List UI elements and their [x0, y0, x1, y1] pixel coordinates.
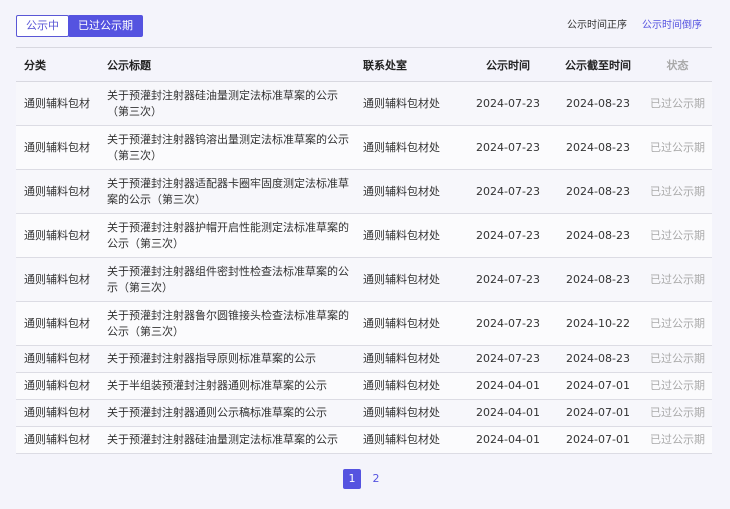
table-row[interactable]: 通则辅料包材 关于预灌封注射器硅油量测定法标准草案的公示 通则辅料包材处 2024-0… [16, 426, 712, 454]
header-office: 联系处室 [363, 47, 463, 82]
page-button-2[interactable]: 2 [367, 469, 385, 489]
cell-category: 通则辅料包材 [16, 257, 102, 302]
cell-category: 通则辅料包材 [16, 169, 102, 214]
cell-deadline: 2024-08-23 [553, 345, 643, 373]
cell-title-link[interactable]: 关于预灌封注射器鲁尔圆锥接头检查法标准草案的公示（第三次） [102, 301, 363, 346]
cell-title-link[interactable]: 关于预灌封注射器组件密封性检查法标准草案的公示（第三次） [102, 257, 363, 302]
cell-category: 通则辅料包材 [16, 213, 102, 258]
table-row[interactable]: 通则辅料包材 关于预灌封注射器通则公示稿标准草案的公示 通则辅料包材处 2024-04… [16, 399, 712, 427]
table-row[interactable]: 通则辅料包材 关于预灌封注射器适配器卡圈牢固度测定法标准草案的公示（第三次） 通则辅… [16, 169, 712, 214]
cell-office: 通则辅料包材处 [363, 169, 463, 214]
cell-status: 已过公示期 [643, 301, 712, 346]
cell-office: 通则辅料包材处 [363, 125, 463, 170]
table-row[interactable]: 通则辅料包材 关于预灌封注射器钨溶出量测定法标准草案的公示（第三次） 通则辅料包材处… [16, 125, 712, 170]
cell-title-link[interactable]: 关于预灌封注射器硅油量测定法标准草案的公示（第三次） [102, 81, 363, 126]
table-row[interactable]: 通则辅料包材 关于预灌封注射器硅油量测定法标准草案的公示（第三次） 通则辅料包材处 2… [16, 81, 712, 126]
cell-deadline: 2024-10-22 [553, 301, 643, 346]
cell-deadline: 2024-07-01 [553, 372, 643, 400]
table-row[interactable]: 通则辅料包材 关于半组装预灌封注射器通则标准草案的公示 通则辅料包材处 2024-04… [16, 372, 712, 400]
cell-category: 通则辅料包材 [16, 372, 102, 400]
header-deadline: 公示截至时间 [553, 47, 643, 82]
cell-time: 2024-07-23 [463, 81, 553, 126]
cell-office: 通则辅料包材处 [363, 345, 463, 373]
table-row[interactable]: 通则辅料包材 关于预灌封注射器护帽开启性能测定法标准草案的公示（第三次） 通则辅料包… [16, 213, 712, 258]
cell-title-link[interactable]: 关于半组装预灌封注射器通则标准草案的公示 [102, 372, 363, 400]
cell-time: 2024-07-23 [463, 213, 553, 258]
cell-status: 已过公示期 [643, 345, 712, 373]
cell-deadline: 2024-08-23 [553, 125, 643, 170]
cell-category: 通则辅料包材 [16, 399, 102, 427]
cell-office: 通则辅料包材处 [363, 257, 463, 302]
cell-status: 已过公示期 [643, 399, 712, 427]
cell-status: 已过公示期 [643, 372, 712, 400]
cell-time: 2024-07-23 [463, 257, 553, 302]
cell-office: 通则辅料包材处 [363, 81, 463, 126]
cell-deadline: 2024-08-23 [553, 213, 643, 258]
sort-descending-link[interactable]: 公示时间倒序 [642, 15, 702, 37]
cell-category: 通则辅料包材 [16, 301, 102, 346]
cell-deadline: 2024-07-01 [553, 399, 643, 427]
sort-ascending-link[interactable]: 公示时间正序 [567, 15, 627, 37]
cell-deadline: 2024-07-01 [553, 426, 643, 454]
cell-status: 已过公示期 [643, 257, 712, 302]
announcement-table: 分类 公示标题 联系处室 公示时间 公示截至时间 状态 通则辅料包材 关于预灌封注… [16, 47, 712, 454]
cell-office: 通则辅料包材处 [363, 213, 463, 258]
cell-category: 通则辅料包材 [16, 125, 102, 170]
cell-category: 通则辅料包材 [16, 345, 102, 373]
cell-title-link[interactable]: 关于预灌封注射器适配器卡圈牢固度测定法标准草案的公示（第三次） [102, 169, 363, 214]
cell-status: 已过公示期 [643, 213, 712, 258]
cell-title-link[interactable]: 关于预灌封注射器护帽开启性能测定法标准草案的公示（第三次） [102, 213, 363, 258]
cell-time: 2024-07-23 [463, 169, 553, 214]
cell-office: 通则辅料包材处 [363, 372, 463, 400]
cell-time: 2024-07-23 [463, 125, 553, 170]
cell-status: 已过公示期 [643, 169, 712, 214]
cell-deadline: 2024-08-23 [553, 257, 643, 302]
cell-time: 2024-07-23 [463, 345, 553, 373]
cell-office: 通则辅料包材处 [363, 301, 463, 346]
toolbar: 公示中 已过公示期 公示时间正序 公示时间倒序 [16, 15, 712, 37]
header-title: 公示标题 [102, 47, 363, 82]
table-header-row: 分类 公示标题 联系处室 公示时间 公示截至时间 状态 [16, 47, 712, 82]
cell-status: 已过公示期 [643, 81, 712, 126]
header-status: 状态 [643, 47, 712, 82]
header-time: 公示时间 [463, 47, 553, 82]
page-button-1[interactable]: 1 [343, 469, 361, 489]
tab-past-announcements[interactable]: 已过公示期 [68, 15, 143, 37]
cell-category: 通则辅料包材 [16, 426, 102, 454]
cell-title-link[interactable]: 关于预灌封注射器通则公示稿标准草案的公示 [102, 399, 363, 427]
table-row[interactable]: 通则辅料包材 关于预灌封注射器组件密封性检查法标准草案的公示（第三次） 通则辅料包材… [16, 257, 712, 302]
header-category: 分类 [16, 47, 102, 82]
table-row[interactable]: 通则辅料包材 关于预灌封注射器鲁尔圆锥接头检查法标准草案的公示（第三次） 通则辅料包… [16, 301, 712, 346]
cell-time: 2024-04-01 [463, 426, 553, 454]
table-row[interactable]: 通则辅料包材 关于预灌封注射器指导原则标准草案的公示 通则辅料包材处 2024-07-… [16, 345, 712, 373]
cell-status: 已过公示期 [643, 125, 712, 170]
tab-current-announcements[interactable]: 公示中 [16, 15, 69, 37]
cell-category: 通则辅料包材 [16, 81, 102, 126]
cell-time: 2024-07-23 [463, 301, 553, 346]
cell-office: 通则辅料包材处 [363, 399, 463, 427]
cell-deadline: 2024-08-23 [553, 81, 643, 126]
cell-title-link[interactable]: 关于预灌封注射器硅油量测定法标准草案的公示 [102, 426, 363, 454]
cell-time: 2024-04-01 [463, 399, 553, 427]
cell-time: 2024-04-01 [463, 372, 553, 400]
cell-status: 已过公示期 [643, 426, 712, 454]
cell-title-link[interactable]: 关于预灌封注射器指导原则标准草案的公示 [102, 345, 363, 373]
cell-deadline: 2024-08-23 [553, 169, 643, 214]
cell-title-link[interactable]: 关于预灌封注射器钨溶出量测定法标准草案的公示（第三次） [102, 125, 363, 170]
cell-office: 通则辅料包材处 [363, 426, 463, 454]
